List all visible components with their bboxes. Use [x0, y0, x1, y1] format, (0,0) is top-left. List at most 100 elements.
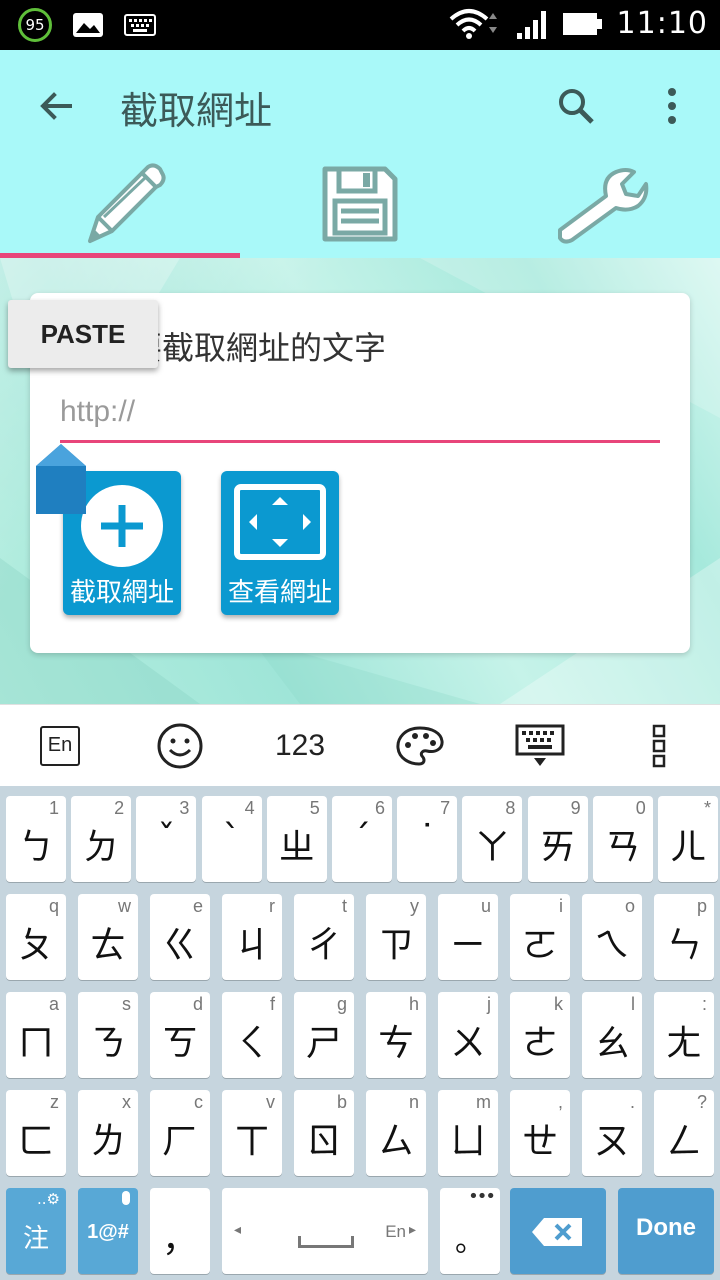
key[interactable]: fㄑ — [222, 992, 282, 1078]
tab-saved[interactable] — [240, 150, 480, 258]
key[interactable]: sㄋ — [78, 992, 138, 1078]
keyboard-more-button[interactable] — [620, 711, 700, 781]
tab-settings[interactable] — [480, 150, 720, 258]
key-label: ㄋ — [89, 1023, 126, 1064]
key[interactable]: uㄧ — [438, 894, 498, 980]
key[interactable]: ,ㄝ — [510, 1090, 570, 1176]
tab-edit[interactable] — [0, 150, 240, 258]
key[interactable]: pㄣ — [654, 894, 714, 980]
key[interactable]: 0ㄢ — [592, 796, 653, 882]
key[interactable]: 3ˇ — [136, 796, 197, 882]
clock: 11:10 — [616, 6, 708, 41]
key-label: ㄔ — [305, 925, 342, 966]
mic-icon — [122, 1191, 130, 1205]
numbers-button[interactable]: 123 — [260, 711, 340, 781]
key-label: ㄑ — [233, 1023, 270, 1064]
key-label: ㄞ — [539, 827, 576, 868]
url-input[interactable] — [60, 383, 660, 443]
period-key[interactable]: 。 ••• — [440, 1186, 500, 1274]
key[interactable]: bㄖ — [294, 1090, 354, 1176]
key-label: ㄉ — [83, 827, 120, 868]
key-label: ㄣ — [665, 925, 702, 966]
key-hint: k — [554, 994, 563, 1014]
key-hint: s — [122, 994, 131, 1014]
paste-button[interactable]: PASTE — [8, 300, 158, 368]
key[interactable]: oㄟ — [582, 894, 642, 980]
key[interactable]: qㄆ — [6, 894, 66, 980]
view-url-button[interactable]: 查看網址 — [221, 471, 339, 615]
theme-button[interactable] — [380, 711, 460, 781]
key[interactable]: cㄏ — [150, 1090, 210, 1176]
arrow-back-icon[interactable] — [36, 86, 76, 126]
key[interactable]: ? ㄥ — [654, 1090, 714, 1176]
key[interactable]: hㄘ — [366, 992, 426, 1078]
comma-key[interactable]: ， — [150, 1188, 210, 1274]
key[interactable]: 2ㄉ — [71, 796, 132, 882]
key[interactable]: 5ㄓ — [266, 796, 327, 882]
more-vert-icon[interactable] — [652, 86, 692, 126]
key-label: ㄖ — [305, 1121, 342, 1162]
battery-icon — [562, 12, 602, 35]
key[interactable]: .ㄡ — [582, 1090, 642, 1176]
key-label: ㄈ — [17, 1121, 54, 1162]
key[interactable]: yㄗ — [366, 894, 426, 980]
key[interactable]: eㄍ — [150, 894, 210, 980]
key-hint: b — [336, 1092, 347, 1112]
keyboard-toolbar: En 123 — [0, 704, 720, 786]
key-hint: 9 — [570, 798, 581, 818]
done-key[interactable]: Done — [618, 1188, 714, 1274]
key[interactable]: 4ˋ — [201, 796, 262, 882]
backspace-key[interactable] — [510, 1188, 606, 1274]
key[interactable]: jㄨ — [438, 992, 498, 1078]
key-hint: p — [696, 896, 707, 916]
backspace-icon — [532, 1218, 582, 1246]
lang-switch-key[interactable]: 注 ..⚙ — [6, 1188, 66, 1274]
space-key[interactable]: ◂ En ▸ — [222, 1188, 428, 1274]
key-hint: 0 — [635, 798, 646, 818]
key[interactable]: tㄔ — [294, 894, 354, 980]
key-hint: l — [631, 994, 635, 1014]
key[interactable]: 9ㄞ — [527, 796, 588, 882]
key[interactable]: gㄕ — [294, 992, 354, 1078]
hide-keyboard-button[interactable] — [500, 711, 580, 781]
key[interactable]: 6ˊ — [332, 796, 392, 882]
key[interactable]: mㄩ — [438, 1090, 498, 1176]
key-label: ㄩ — [449, 1121, 486, 1162]
key-label: ㄘ — [377, 1023, 414, 1064]
key-hint: c — [194, 1092, 203, 1112]
key[interactable]: 8ㄚ — [462, 796, 523, 882]
key[interactable]: nㄙ — [366, 1090, 426, 1176]
key-hint: n — [408, 1092, 419, 1112]
key-hint: g — [336, 994, 347, 1014]
key[interactable]: 1ㄅ — [6, 796, 66, 882]
key-label: ㄠ — [593, 1023, 630, 1064]
key[interactable]: * ㄦ — [658, 796, 718, 882]
key-hint: w — [118, 896, 131, 916]
key[interactable]: xㄌ — [78, 1090, 138, 1176]
keyboard-row-1: 1 ㄅ 2 ㄉ 3 ˇ 4 ˋ 5 ㄓ 6 ˊ 7 ˙ 8 ㄚ 9 ㄞ 0 ㄢ * ㄦ — [0, 796, 720, 882]
more-dots-icon: ••• — [468, 1186, 496, 1207]
text-cursor-handle[interactable] — [36, 444, 86, 514]
key[interactable]: dㄎ — [150, 992, 210, 1078]
key[interactable]: vㄒ — [222, 1090, 282, 1176]
search-icon[interactable] — [556, 86, 596, 126]
key-label: ㄒ — [233, 1121, 270, 1162]
space-lang-label: En — [385, 1222, 406, 1241]
key[interactable]: rㄐ — [222, 894, 282, 980]
emoji-button[interactable] — [140, 711, 220, 781]
key[interactable]: aㄇ — [6, 992, 66, 1078]
key[interactable]: lㄠ — [582, 992, 642, 1078]
wrench-icon — [558, 168, 649, 244]
key-hint: e — [192, 896, 203, 916]
key[interactable]: :ㄤ — [654, 992, 714, 1078]
status-left: 95 — [18, 8, 156, 42]
chevron-left-icon: ◂ — [234, 1222, 242, 1238]
symbols-key[interactable]: 1@# — [78, 1188, 138, 1274]
key[interactable]: 7 ˙ — [397, 796, 458, 882]
key[interactable]: kㄜ — [510, 992, 570, 1078]
key[interactable]: wㄊ — [78, 894, 138, 980]
input-hint: 要截取網址的文字 — [130, 329, 387, 367]
key[interactable]: zㄈ — [6, 1090, 66, 1176]
language-button[interactable]: En — [20, 711, 100, 781]
key[interactable]: iㄛ — [510, 894, 570, 980]
